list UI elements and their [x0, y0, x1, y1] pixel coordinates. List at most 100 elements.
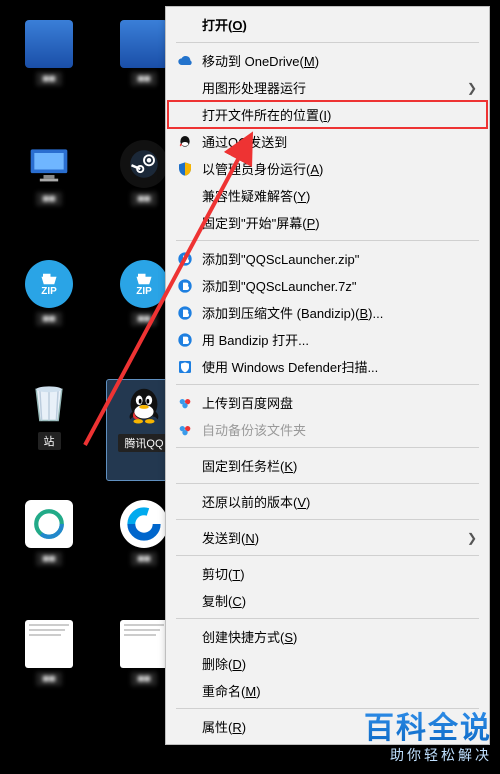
- menu-item-bzip4[interactable]: 用 Bandizip 打开...: [168, 326, 487, 353]
- menu-item-label: 使用 Windows Defender扫描...: [202, 357, 477, 376]
- blank-icon: [174, 718, 196, 736]
- menu-item-pinstart[interactable]: 固定到"开始"屏幕(P): [168, 209, 487, 236]
- menu-item-label: 用图形处理器运行: [202, 78, 467, 97]
- menu-item-label: 添加到"QQScLauncher.zip": [202, 249, 477, 268]
- menu-item-bzip3[interactable]: 添加到压缩文件 (Bandizip)(B)...: [168, 299, 487, 326]
- desktop-icon-label: ■■: [131, 312, 156, 326]
- menu-item-baidu1[interactable]: 上传到百度网盘: [168, 389, 487, 416]
- watermark-subtitle: 助你轻松解决: [364, 747, 492, 764]
- bz-icon: [174, 250, 196, 268]
- blank-icon: [174, 565, 196, 583]
- desktop-icon[interactable]: ■■: [12, 140, 86, 240]
- desktop-icon[interactable]: 站: [12, 380, 86, 480]
- desktop-icon-label: ■■: [36, 192, 61, 206]
- menu-item-label: 添加到压缩文件 (Bandizip)(B)...: [202, 303, 477, 322]
- desktop-icon-label: ■■: [131, 552, 156, 566]
- menu-separator: [176, 555, 479, 556]
- menu-item-label: 打开文件所在的位置(I): [202, 105, 477, 124]
- menu-item-label: 自动备份该文件夹: [202, 420, 477, 439]
- cloud-icon: [174, 52, 196, 70]
- menu-separator: [176, 483, 479, 484]
- desktop-icon-label: 腾讯QQ: [118, 434, 169, 452]
- qq-icon: [174, 133, 196, 151]
- blank-icon: [174, 529, 196, 547]
- menu-item-rename[interactable]: 重命名(M): [168, 677, 487, 704]
- bz-icon: [174, 331, 196, 349]
- menu-item-label: 固定到"开始"屏幕(P): [202, 213, 477, 232]
- desktop-icon-label: ■■: [36, 552, 61, 566]
- menu-separator: [176, 519, 479, 520]
- menu-item-label: 还原以前的版本(V): [202, 492, 477, 511]
- desktop-icon[interactable]: ■■: [12, 20, 86, 120]
- desktop-icon-label: ■■: [36, 72, 61, 86]
- menu-item-label: 打开(O): [202, 15, 477, 34]
- menu-item-open[interactable]: 打开(O): [168, 11, 487, 38]
- baidu-icon: [174, 394, 196, 412]
- menu-item-label: 添加到"QQScLauncher.7z": [202, 276, 477, 295]
- menu-item-delete[interactable]: 删除(D): [168, 650, 487, 677]
- menu-item-defender[interactable]: 使用 Windows Defender扫描...: [168, 353, 487, 380]
- menu-item-label: 兼容性疑难解答(Y): [202, 186, 477, 205]
- menu-item-label: 移动到 OneDrive(M): [202, 51, 477, 70]
- blank-icon: [174, 214, 196, 232]
- menu-item-gpu[interactable]: 用图形处理器运行❯: [168, 74, 487, 101]
- desktop-icon[interactable]: ■■: [12, 500, 86, 600]
- context-menu: 打开(O)移动到 OneDrive(M)用图形处理器运行❯打开文件所在的位置(I…: [165, 6, 490, 745]
- menu-item-label: 删除(D): [202, 654, 477, 673]
- menu-item-label: 以管理员身份运行(A): [202, 159, 477, 178]
- submenu-arrow-icon: ❯: [467, 531, 477, 545]
- desktop-icon[interactable]: ■■: [12, 620, 86, 720]
- blank-icon: [174, 106, 196, 124]
- desktop-icon-label: ■■: [131, 672, 156, 686]
- menu-item-label: 剪切(T): [202, 564, 477, 583]
- menu-item-shortcut[interactable]: 创建快捷方式(S): [168, 623, 487, 650]
- blank-icon: [174, 16, 196, 34]
- menu-item-onedrive[interactable]: 移动到 OneDrive(M): [168, 47, 487, 74]
- menu-item-copy[interactable]: 复制(C): [168, 587, 487, 614]
- menu-item-qqsend[interactable]: 通过QQ发送到: [168, 128, 487, 155]
- menu-item-pintask[interactable]: 固定到任务栏(K): [168, 452, 487, 479]
- blank-icon: [174, 457, 196, 475]
- menu-item-cut[interactable]: 剪切(T): [168, 560, 487, 587]
- menu-item-label: 复制(C): [202, 591, 477, 610]
- menu-item-label: 通过QQ发送到: [202, 132, 477, 151]
- menu-item-openloc[interactable]: 打开文件所在的位置(I): [168, 101, 487, 128]
- menu-separator: [176, 447, 479, 448]
- menu-item-admin[interactable]: 以管理员身份运行(A): [168, 155, 487, 182]
- blank-icon: [174, 493, 196, 511]
- watermark: 百科全说 助你轻松解决: [364, 711, 492, 764]
- shield-icon: [174, 160, 196, 178]
- menu-item-restore[interactable]: 还原以前的版本(V): [168, 488, 487, 515]
- blank-icon: [174, 79, 196, 97]
- menu-separator: [176, 384, 479, 385]
- menu-item-bzip2[interactable]: 添加到"QQScLauncher.7z": [168, 272, 487, 299]
- menu-item-label: 创建快捷方式(S): [202, 627, 477, 646]
- menu-item-baidu2: 自动备份该文件夹: [168, 416, 487, 443]
- menu-item-label: 上传到百度网盘: [202, 393, 477, 412]
- def-icon: [174, 358, 196, 376]
- desktop-icon-label: ■■: [36, 672, 61, 686]
- menu-item-label: 用 Bandizip 打开...: [202, 330, 477, 349]
- menu-separator: [176, 42, 479, 43]
- menu-item-label: 重命名(M): [202, 681, 477, 700]
- blank-icon: [174, 187, 196, 205]
- desktop-icon-label: ■■: [131, 72, 156, 86]
- watermark-title: 百科全说: [364, 711, 492, 747]
- desktop-icon-label: 站: [38, 432, 61, 450]
- bz-icon: [174, 304, 196, 322]
- desktop-icon-label: ■■: [36, 312, 61, 326]
- blank-icon: [174, 682, 196, 700]
- menu-separator: [176, 240, 479, 241]
- menu-separator: [176, 708, 479, 709]
- blank-icon: [174, 628, 196, 646]
- menu-item-label: 固定到任务栏(K): [202, 456, 477, 475]
- menu-item-compat[interactable]: 兼容性疑难解答(Y): [168, 182, 487, 209]
- menu-separator: [176, 618, 479, 619]
- submenu-arrow-icon: ❯: [467, 81, 477, 95]
- blank-icon: [174, 655, 196, 673]
- desktop-icon-label: ■■: [131, 192, 156, 206]
- desktop-icon[interactable]: ZIP■■: [12, 260, 86, 360]
- menu-item-label: 发送到(N): [202, 528, 467, 547]
- menu-item-sendto[interactable]: 发送到(N)❯: [168, 524, 487, 551]
- menu-item-bzip1[interactable]: 添加到"QQScLauncher.zip": [168, 245, 487, 272]
